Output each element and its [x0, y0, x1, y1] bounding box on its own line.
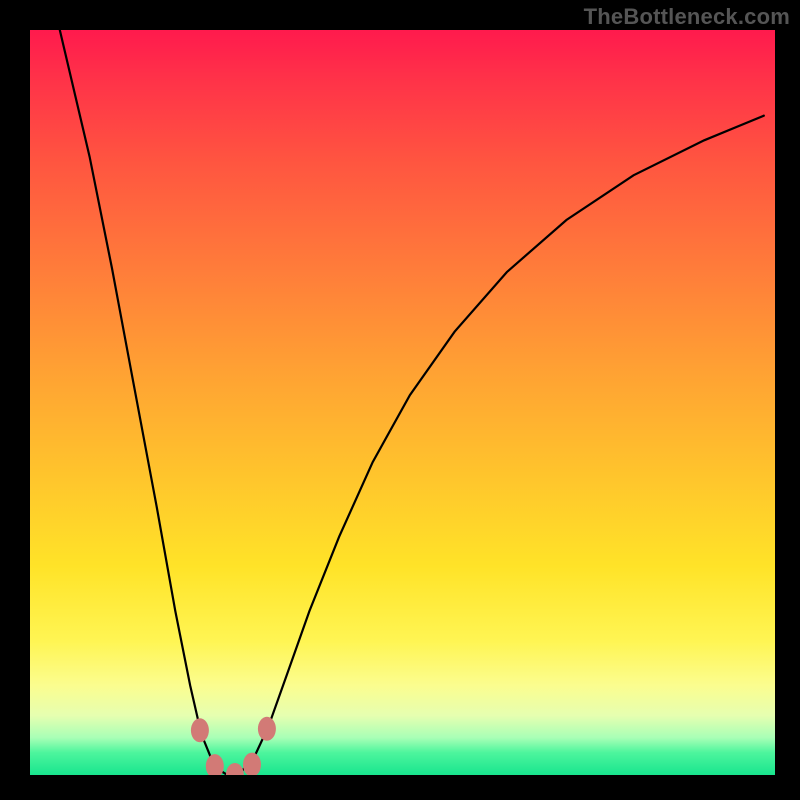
watermark-text: TheBottleneck.com	[584, 4, 790, 30]
curve-marker	[243, 753, 261, 775]
curve-markers	[191, 717, 276, 775]
chart-frame: TheBottleneck.com	[0, 0, 800, 800]
curve-layer	[30, 30, 775, 775]
curve-marker	[226, 763, 244, 775]
plot-area	[30, 30, 775, 775]
bottleneck-curve	[60, 30, 764, 775]
curve-marker	[258, 717, 276, 741]
curve-marker	[191, 718, 209, 742]
curve-marker	[206, 754, 224, 775]
